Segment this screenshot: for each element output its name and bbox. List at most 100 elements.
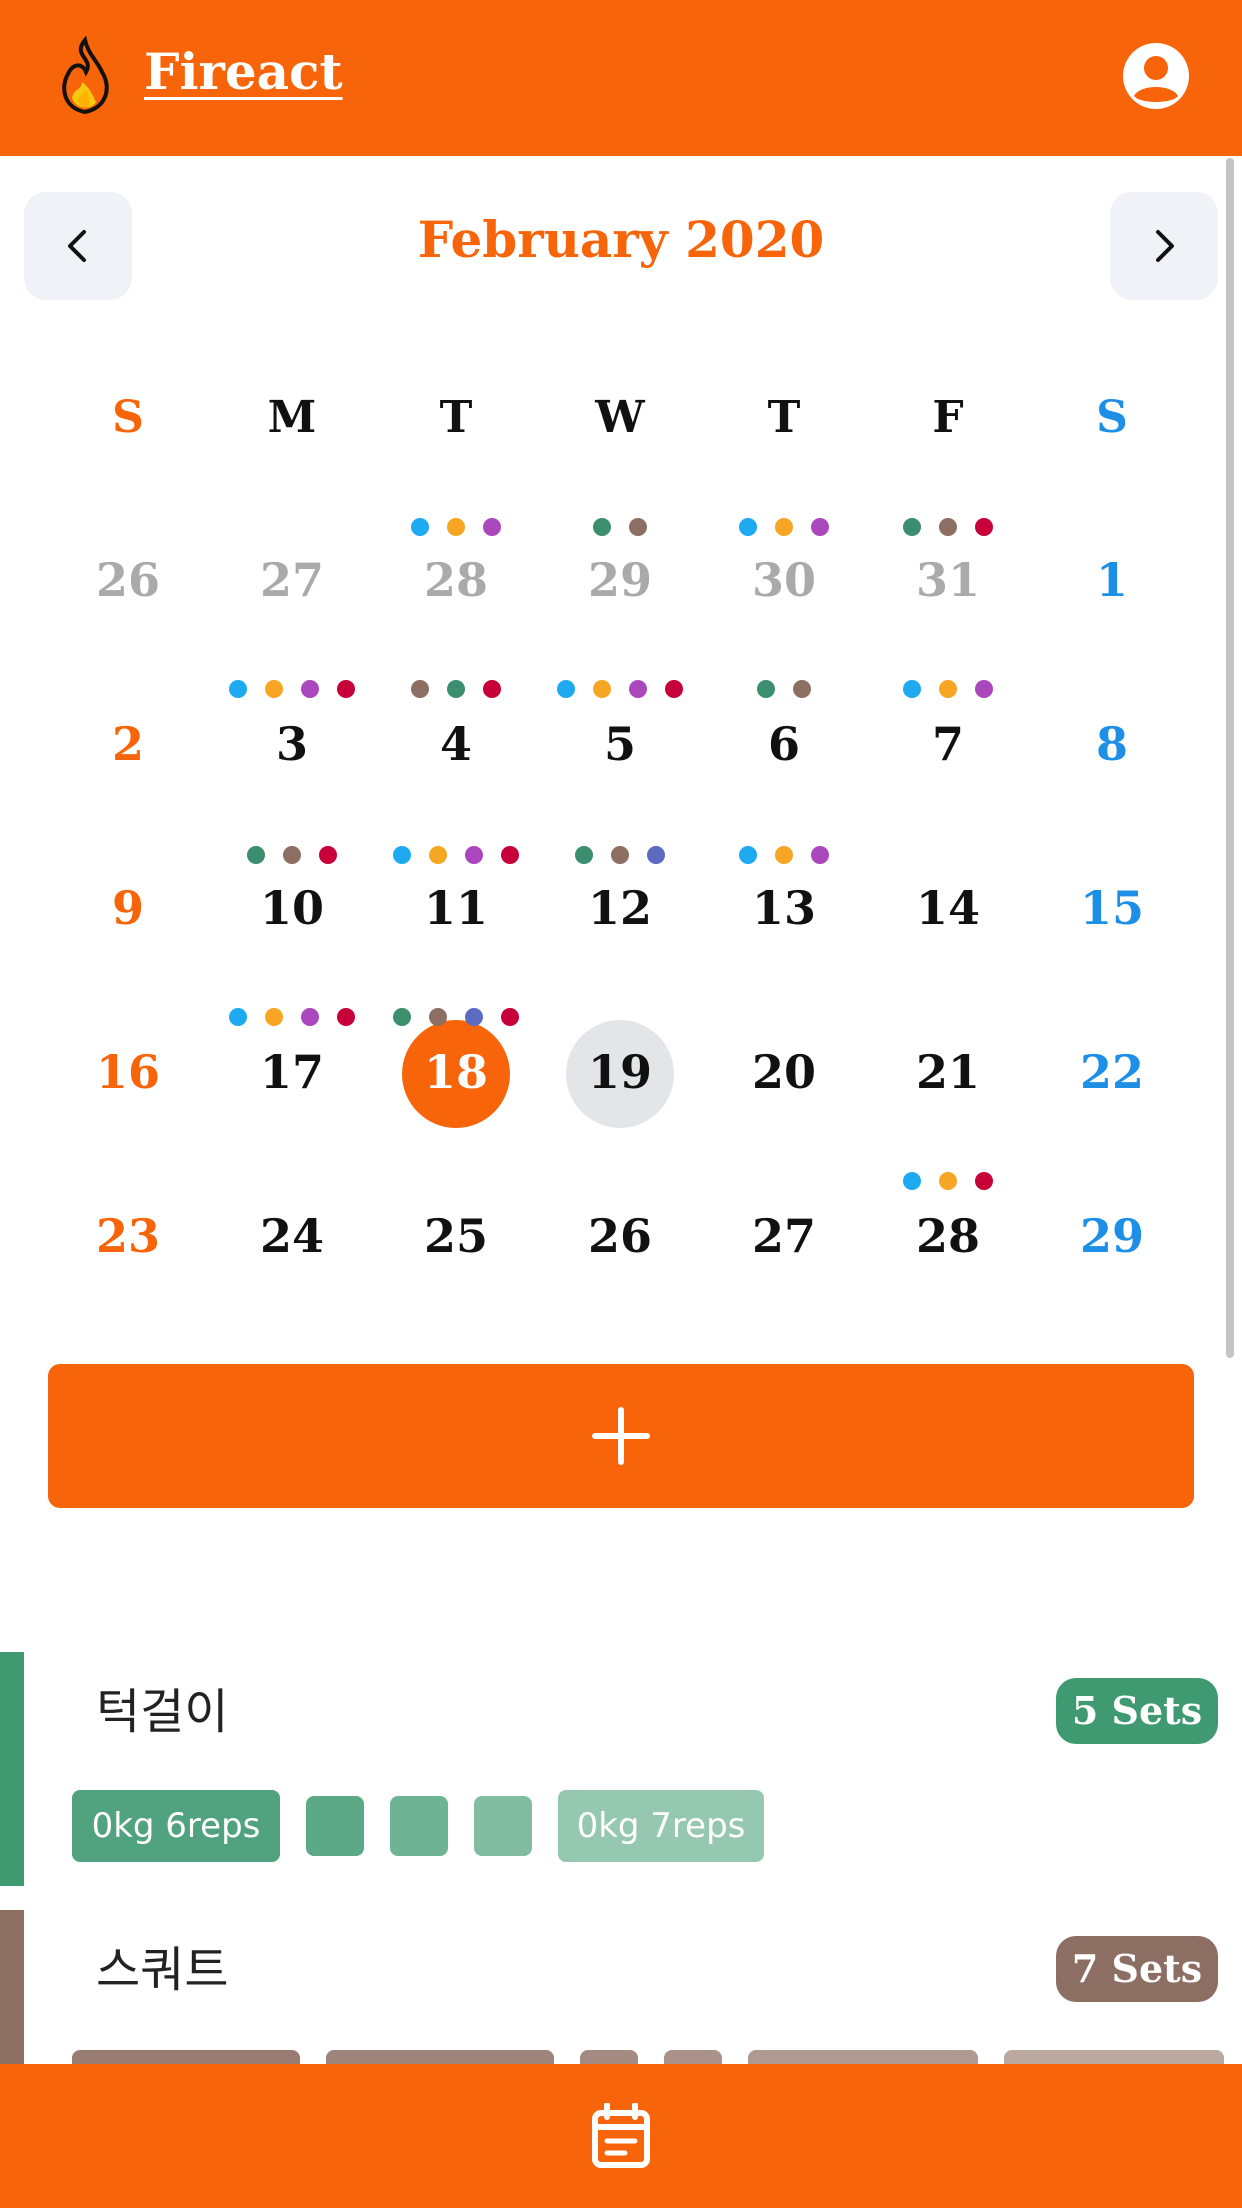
workout-dot <box>557 680 575 698</box>
add-workout-button[interactable] <box>48 1364 1194 1508</box>
workout-dot <box>483 518 501 536</box>
calendar-day[interactable]: 16 <box>68 1042 188 1102</box>
calendar-day[interactable]: 11 <box>396 878 516 938</box>
workout-dot <box>393 846 411 864</box>
workout-dot <box>775 846 793 864</box>
calendar-day[interactable]: 4 <box>396 714 516 774</box>
set-chip[interactable] <box>306 1796 364 1856</box>
workout-dot <box>939 518 957 536</box>
workout-dot <box>775 518 793 536</box>
calendar-day[interactable]: 27 <box>232 550 352 610</box>
workout-dot <box>411 680 429 698</box>
workout-dot <box>903 518 921 536</box>
calendar-day[interactable]: 27 <box>724 1206 844 1266</box>
workout-dot <box>465 1008 483 1026</box>
calendar-day[interactable]: 15 <box>1052 878 1172 938</box>
sets-count-badge: 5 Sets <box>1056 1678 1218 1744</box>
calendar-day[interactable]: 1 <box>1052 550 1172 610</box>
calendar-day[interactable]: 3 <box>232 714 352 774</box>
workout-dot <box>447 518 465 536</box>
workout-dot <box>975 518 993 536</box>
workout-dot <box>465 846 483 864</box>
app-title[interactable]: Fireact <box>144 42 343 101</box>
exercise-name[interactable]: 턱걸이 <box>96 1672 228 1742</box>
flame-icon[interactable] <box>52 36 118 116</box>
calendar-day[interactable]: 6 <box>724 714 844 774</box>
workout-dot <box>301 1008 319 1026</box>
weekday-wednesday: W <box>595 392 645 443</box>
calendar-day[interactable]: 9 <box>68 878 188 938</box>
calendar-day[interactable]: 8 <box>1052 714 1172 774</box>
calendar-day[interactable]: 17 <box>232 1042 352 1102</box>
calendar-day[interactable]: 12 <box>560 878 680 938</box>
calendar-day[interactable]: 30 <box>724 550 844 610</box>
workout-dot <box>739 518 757 536</box>
workout-dot <box>811 846 829 864</box>
workout-dot <box>939 1172 957 1190</box>
exercise-color-bar <box>0 1910 24 2070</box>
workout-dot <box>811 518 829 536</box>
next-month-button[interactable] <box>1110 192 1218 300</box>
app-header: Fireact <box>0 0 1242 156</box>
weekday-tuesday: T <box>439 392 473 443</box>
workout-dot <box>229 1008 247 1026</box>
weekday-thursday: T <box>767 392 801 443</box>
workout-dot <box>575 846 593 864</box>
set-chip[interactable]: 0kg 6reps <box>72 1790 280 1862</box>
workout-dot <box>501 846 519 864</box>
workout-dot <box>265 680 283 698</box>
workout-dot <box>665 680 683 698</box>
workout-dot <box>411 518 429 536</box>
workout-dot <box>757 680 775 698</box>
workout-dot <box>301 680 319 698</box>
set-chip[interactable] <box>474 1796 532 1856</box>
calendar-day[interactable]: 21 <box>888 1042 1008 1102</box>
month-title: February 2020 <box>417 210 825 269</box>
workout-dot <box>247 846 265 864</box>
user-circle-icon[interactable] <box>1122 42 1190 110</box>
sets-count-badge: 7 Sets <box>1056 1936 1218 2002</box>
calendar-day[interactable]: 28 <box>396 550 516 610</box>
calendar-day[interactable]: 25 <box>396 1206 516 1266</box>
calendar-day[interactable]: 31 <box>888 550 1008 610</box>
workout-dot <box>265 1008 283 1026</box>
calendar-day[interactable]: 13 <box>724 878 844 938</box>
plus-icon <box>592 1407 650 1465</box>
set-chip[interactable]: 0kg 7reps <box>558 1790 764 1862</box>
weekday-sunday: S <box>112 392 144 443</box>
calendar-day[interactable]: 22 <box>1052 1042 1172 1102</box>
calendar-day[interactable]: 26 <box>68 550 188 610</box>
workout-dot <box>975 1172 993 1190</box>
workout-dot <box>629 518 647 536</box>
exercise-name[interactable]: 스쿼트 <box>96 1930 228 2000</box>
calendar-note-icon[interactable] <box>591 2103 651 2169</box>
calendar-day[interactable]: 26 <box>560 1206 680 1266</box>
calendar-day[interactable]: 29 <box>1052 1206 1172 1266</box>
calendar-day[interactable]: 7 <box>888 714 1008 774</box>
set-chip[interactable] <box>390 1796 448 1856</box>
calendar-day[interactable]: 19 <box>560 1042 680 1102</box>
workout-dot <box>283 846 301 864</box>
workout-dot <box>739 846 757 864</box>
calendar-day[interactable]: 18 <box>396 1042 516 1102</box>
workout-dot <box>903 680 921 698</box>
calendar-day[interactable]: 2 <box>68 714 188 774</box>
calendar-day[interactable]: 28 <box>888 1206 1008 1266</box>
exercise-color-bar <box>0 1652 24 1886</box>
calendar-day[interactable]: 29 <box>560 550 680 610</box>
chevron-right-icon <box>1156 230 1174 262</box>
weekday-monday: M <box>267 392 317 443</box>
workout-dot <box>337 1008 355 1026</box>
calendar-day[interactable]: 24 <box>232 1206 352 1266</box>
workout-dot <box>593 680 611 698</box>
workout-dot <box>483 680 501 698</box>
calendar-day[interactable]: 14 <box>888 878 1008 938</box>
weekday-saturday: S <box>1096 392 1128 443</box>
calendar-day[interactable]: 20 <box>724 1042 844 1102</box>
workout-dot <box>393 1008 411 1026</box>
calendar-day[interactable]: 10 <box>232 878 352 938</box>
calendar-day[interactable]: 5 <box>560 714 680 774</box>
scrollbar[interactable] <box>1226 158 1234 1358</box>
workout-dot <box>903 1172 921 1190</box>
calendar-day[interactable]: 23 <box>68 1206 188 1266</box>
